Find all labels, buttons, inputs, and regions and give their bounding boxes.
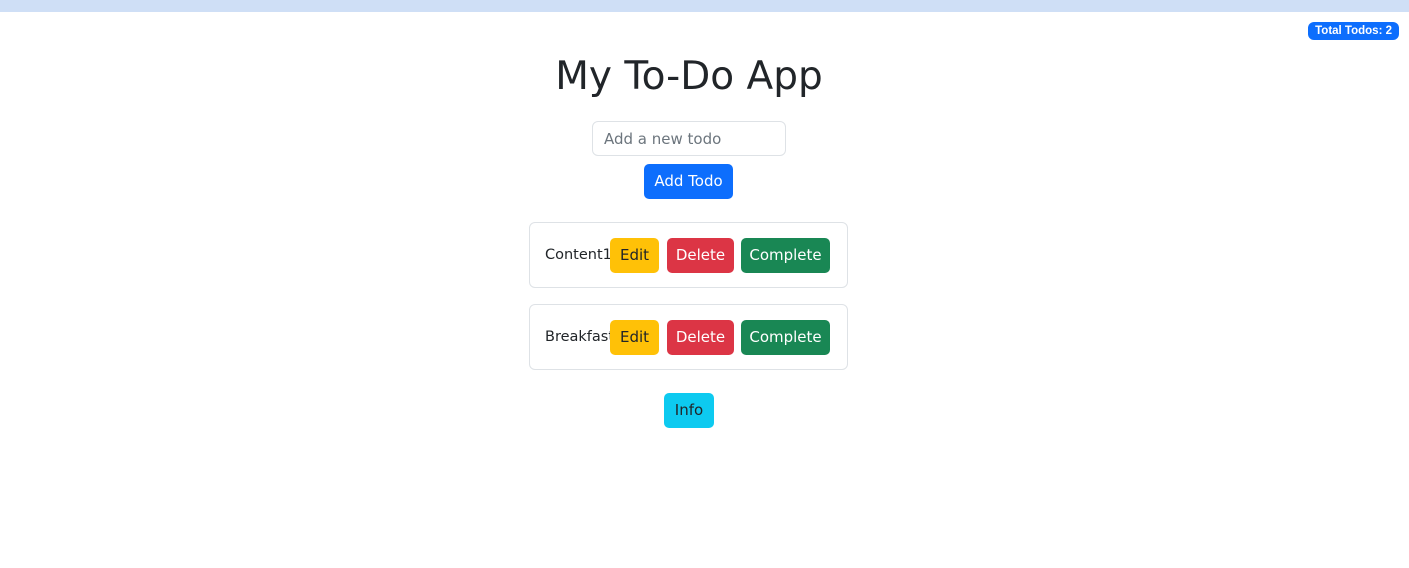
todo-text: Content1 [545,247,612,263]
edit-button[interactable]: Edit [610,320,659,355]
page-title: My To-Do App [555,54,823,99]
delete-button[interactable]: Delete [667,238,734,273]
todo-item: Breakfast Edit Delete Complete [529,304,848,370]
complete-button[interactable]: Complete [741,320,830,355]
total-todos-badge: Total Todos: 2 [1308,22,1399,40]
complete-button[interactable]: Complete [741,238,830,273]
todo-text: Breakfast [545,329,615,345]
new-todo-input[interactable] [592,121,786,156]
delete-button[interactable]: Delete [667,320,734,355]
add-todo-button[interactable]: Add Todo [644,164,733,199]
edit-button[interactable]: Edit [610,238,659,273]
info-button[interactable]: Info [664,393,714,428]
browser-top-strip [0,0,1409,12]
todo-item: Content1 Edit Delete Complete [529,222,848,288]
